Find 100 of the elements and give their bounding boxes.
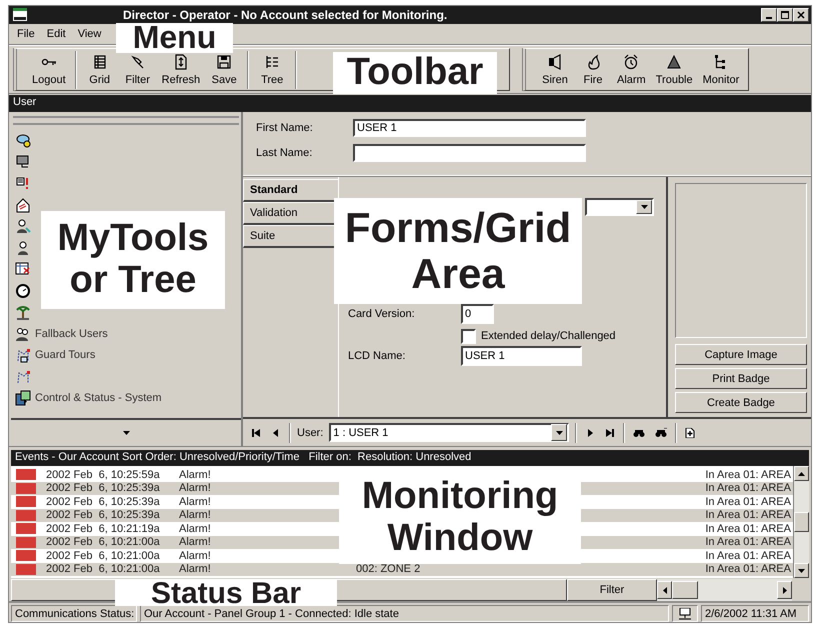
person-icon[interactable]	[15, 218, 31, 234]
close-button[interactable]	[793, 8, 809, 22]
grid-icon	[92, 54, 108, 70]
table-icon[interactable]	[15, 261, 31, 278]
event-area: In Area 01: AREA	[705, 536, 793, 548]
monitor-icon[interactable]	[15, 154, 31, 170]
field-label: Last Name:	[256, 147, 314, 160]
event-area: In Area 01: AREA	[705, 522, 793, 535]
toolbar-button[interactable]: Trouble	[650, 52, 698, 88]
event-type: Alarm!	[179, 550, 212, 562]
input-field[interactable]: USER 1	[353, 119, 586, 138]
list-icon[interactable]	[15, 175, 31, 192]
tree-item[interactable]: Guard Tours	[35, 349, 96, 362]
event-type: Alarm!	[179, 522, 212, 535]
priority-swatch	[16, 536, 36, 548]
close-icon	[796, 10, 806, 20]
event-time: 2002 Feb 6, 10:25:59a	[46, 468, 161, 481]
last-icon	[605, 428, 616, 438]
record-dropdown[interactable]: 1 : USER 1	[329, 423, 570, 442]
up-arrow-icon	[798, 472, 805, 476]
triangle-icon	[666, 54, 682, 70]
checkbox-label: Extended delay/Challenged	[481, 330, 616, 342]
palm-tree-icon[interactable]	[15, 304, 31, 320]
dropdown-field[interactable]	[585, 198, 654, 216]
panel-icon[interactable]	[15, 390, 31, 406]
save-icon	[216, 54, 232, 70]
toolbar-button[interactable]: Logout	[27, 52, 71, 88]
priority-swatch	[16, 482, 36, 494]
field-label: Card Version:	[348, 308, 416, 320]
toolbar-button[interactable]: Filter	[118, 52, 157, 88]
event-area: In Area 01: AREA	[705, 550, 793, 562]
event-time: 2002 Feb 6, 10:25:39a	[46, 509, 161, 522]
toolbar-button[interactable]: Alarm	[612, 52, 651, 88]
down-arrow-icon	[798, 568, 805, 573]
tree-item[interactable]: Control & Status - System	[35, 392, 162, 404]
priority-swatch	[16, 550, 36, 562]
minimize-button[interactable]	[761, 8, 777, 22]
expand-button[interactable]	[120, 429, 132, 438]
document-icon	[172, 54, 189, 70]
event-area: In Area 01: AREA	[705, 482, 793, 494]
gauge-icon[interactable]	[15, 282, 31, 299]
minimize-icon	[766, 16, 772, 19]
section-title: User	[13, 96, 36, 108]
action-button[interactable]: Capture Image	[675, 344, 807, 366]
priority-swatch	[16, 469, 36, 480]
event-area: In Area 01: AREA	[705, 509, 793, 522]
action-button[interactable]: Print Badge	[675, 368, 807, 390]
toolbar-button[interactable]: Save	[205, 52, 244, 88]
annotation-label: Forms/Grid Area	[334, 198, 582, 304]
new-record-button[interactable]	[683, 426, 698, 440]
menu-item[interactable]: View	[72, 26, 108, 41]
route-icon[interactable]	[15, 347, 31, 364]
menu-item[interactable]: Edit	[40, 26, 72, 41]
toolbar-button[interactable]: Siren	[536, 52, 574, 88]
network-icon	[678, 608, 692, 620]
toolbar-button[interactable]: Monitor	[698, 52, 744, 88]
cloud-icon[interactable]	[15, 132, 31, 148]
event-time: 2002 Feb 6, 10:21:00a	[46, 563, 161, 576]
toolbar-button[interactable]: Tree	[253, 52, 292, 88]
tree-icon	[264, 54, 280, 70]
tab[interactable]: Standard	[243, 179, 338, 202]
person-icon[interactable]	[15, 240, 31, 256]
status-datetime: 2/6/2002 11:31 AM	[705, 608, 797, 620]
event-area: In Area 01: AREA	[705, 468, 793, 481]
find-next-icon	[655, 428, 668, 438]
event-area: In Area 01: AREA	[705, 563, 793, 576]
checkbox[interactable]	[461, 328, 476, 344]
input-field[interactable]: USER 1	[461, 346, 582, 366]
toolbar-button[interactable]: Fire	[574, 52, 612, 88]
window-title: Director - Operator - No Account selected for Monitoring.	[122, 8, 448, 22]
scrollbar-thumb[interactable]	[794, 512, 809, 532]
tree-item[interactable]: Fallback Users	[35, 328, 108, 340]
input-field[interactable]: 0	[461, 304, 494, 324]
event-type: Alarm!	[179, 536, 212, 548]
left-arrow-icon	[662, 586, 666, 594]
speaker-icon	[547, 54, 563, 70]
maximize-button[interactable]	[777, 8, 793, 22]
splitter-grip[interactable]	[13, 116, 239, 126]
pin-icon	[130, 54, 146, 70]
field-label: User:	[297, 426, 324, 439]
find-icon	[633, 428, 646, 438]
events-header: Events - Our Account Sort Order: Unresolved/Priority/Time Filter on: Resolution: Unresolved	[11, 450, 809, 466]
annotation-label: MyTools or Tree	[41, 211, 225, 309]
filter-button[interactable]: Filter	[567, 579, 657, 602]
toolbar-button[interactable]: Grid	[80, 52, 119, 88]
scrollbar-thumb[interactable]	[672, 581, 698, 600]
toolbar-button[interactable]: Refresh	[156, 52, 206, 88]
event-type: Alarm!	[179, 509, 212, 522]
new-record-icon	[685, 428, 696, 438]
priority-swatch	[16, 564, 36, 575]
action-button[interactable]: Create Badge	[675, 392, 807, 414]
first-icon	[251, 428, 261, 438]
scrollbar[interactable]	[657, 579, 792, 602]
scrollbar[interactable]	[793, 466, 809, 578]
menu-item[interactable]: File	[11, 26, 41, 41]
field-label: LCD Name:	[348, 350, 406, 362]
house-icon[interactable]	[15, 196, 31, 213]
input-field[interactable]	[353, 144, 586, 162]
people-icon[interactable]	[15, 326, 31, 342]
status-label: Communications Status:	[15, 608, 134, 620]
